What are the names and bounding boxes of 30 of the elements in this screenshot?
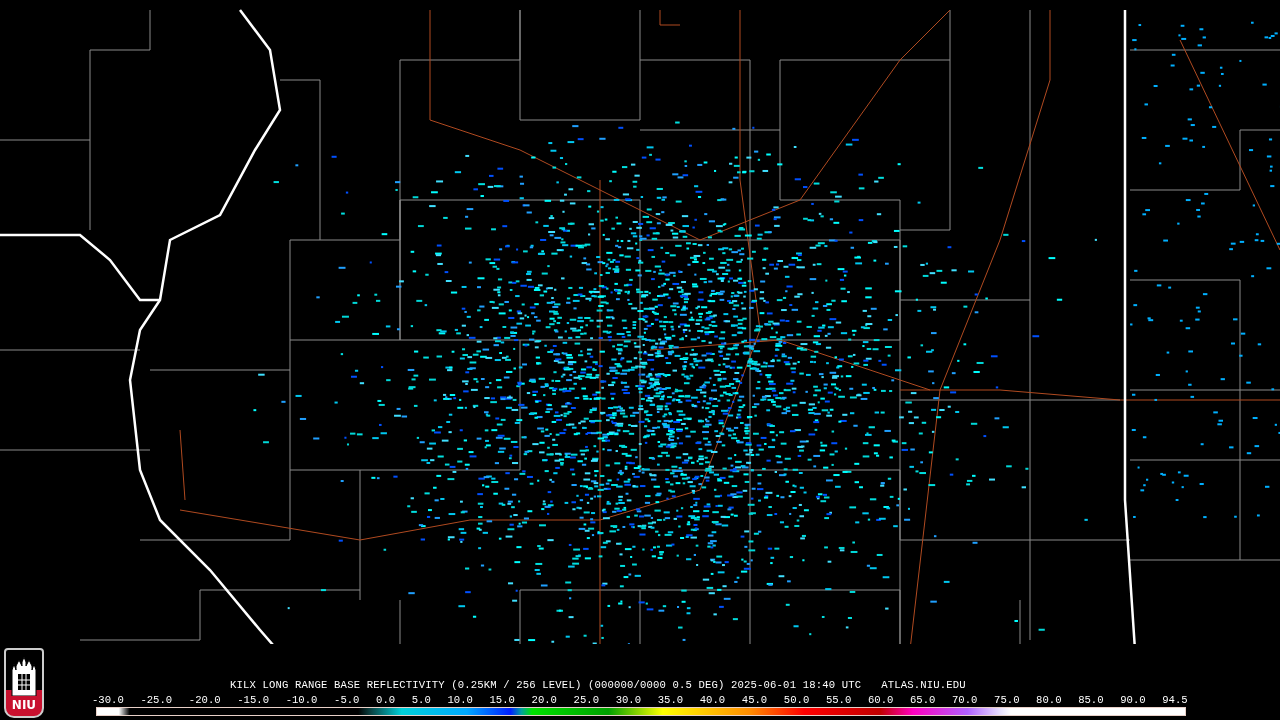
scale-label: 60.0 bbox=[867, 694, 894, 706]
scale-label: 70.0 bbox=[952, 694, 978, 706]
scale-label: 85.0 bbox=[1078, 694, 1104, 706]
scale-label: 0.0 bbox=[376, 694, 396, 706]
scale-label: 45.0 bbox=[741, 694, 768, 706]
scale-label: 40.0 bbox=[699, 694, 726, 706]
scale-label: 10.0 bbox=[447, 694, 473, 706]
scale-label: -30.0 bbox=[92, 694, 124, 706]
scale-label: -5.0 bbox=[334, 694, 360, 706]
scale-label: 94.5 bbox=[1162, 694, 1188, 706]
product-caption: KILX LONG RANGE BASE REFLECTIVITY (0.25KM / 256 LEVEL) (000000/0000 0.5 DEG) 2025-06-01 18:40 UTC bbox=[230, 679, 862, 691]
scale-label: -15.0 bbox=[237, 694, 269, 706]
scale-label: 80.0 bbox=[1036, 694, 1062, 706]
logo-text: NIU bbox=[11, 698, 37, 712]
source-caption: ATLAS.NIU.EDU bbox=[881, 679, 966, 691]
scale-label: -25.0 bbox=[140, 694, 173, 706]
scale-label: 5.0 bbox=[411, 694, 431, 706]
scale-label: 30.0 bbox=[615, 694, 642, 706]
scale-label: 50.0 bbox=[783, 694, 810, 706]
scale-label: 20.0 bbox=[531, 694, 557, 706]
tower-icon bbox=[9, 656, 39, 696]
scale-label: 55.0 bbox=[825, 694, 852, 706]
scale-label: -10.0 bbox=[285, 694, 318, 706]
scale-label: 65.0 bbox=[909, 694, 936, 706]
scale-label: 90.0 bbox=[1120, 694, 1146, 706]
scale-label: 75.0 bbox=[994, 694, 1020, 706]
scale-label: -20.0 bbox=[188, 694, 221, 706]
scale-label: 15.0 bbox=[489, 694, 515, 706]
scale-label: 25.0 bbox=[573, 694, 600, 706]
scale-label: 35.0 bbox=[657, 694, 684, 706]
